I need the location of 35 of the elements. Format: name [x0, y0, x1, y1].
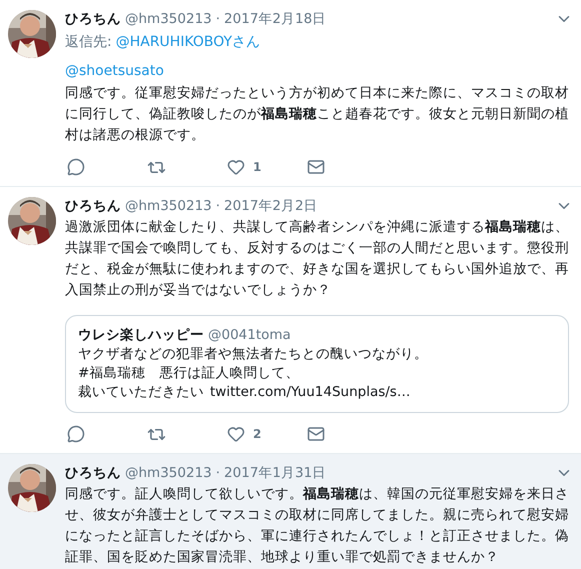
like-count: 2 — [253, 427, 262, 441]
quoted-tweet[interactable]: ウレシ楽しハッピー @0041toma ヤクザ者などの犯罪者や無法者たちとの醜いつながり。 #福島瑞穂 悪行は証人喚問して、 裁いていただきたい twitter.com/Yuu14Sunplas/s… — [65, 315, 569, 413]
user-name: ひろちん — [65, 10, 121, 29]
speech-bubble-icon — [67, 425, 85, 443]
separator: · — [216, 197, 220, 216]
reply-label: 返信先: — [65, 33, 112, 52]
user-name: ひろちん — [65, 197, 121, 216]
separator: · — [216, 464, 220, 483]
reply-link[interactable]: @HARUHIKOBOYさん — [116, 32, 260, 52]
quoted-text: #福島瑞穂 悪行は証人喚問して、 — [78, 364, 300, 383]
mention-link[interactable]: @shoetsusato — [65, 61, 164, 81]
tweet-text: 過激派団体に献金したり、共謀して高齢者シンパを沖縄に派遣する福島瑞穂は、共謀罪で国会で喚問しても、反対するのはごく一部の人間だと思います。懲役刑だと、税金が無駄に使われますので、好きな国を選択してもらい国外追放で、再入国禁止の刑が妥当ではないでしょうか？ — [65, 218, 569, 300]
envelope-icon — [307, 158, 325, 176]
tweet-date: 2017年2月2日 — [224, 197, 318, 216]
heart-icon — [227, 425, 245, 443]
user-name: ひろちん — [65, 464, 121, 483]
like-button[interactable]: 2 — [225, 425, 305, 443]
separator: · — [216, 10, 220, 29]
quoted-text: 裁いていただきたい — [78, 383, 204, 402]
tweet-date: 2017年1月31日 — [224, 464, 326, 483]
like-count: 1 — [253, 160, 262, 174]
quoted-user-handle: @0041toma — [208, 326, 291, 345]
tweet-text: 同感です。証人喚問して欲しいです。福島瑞穂は、韓国の元従軍慰安婦を来日させ、彼女が弁護士としてマスコミの取材に同席してました。親に売られて慰安婦になったと証言したそばから、軍に連行されたんでしょ！と訂正させました。偽証罪、国を貶めた国家冒涜罪、地球より重い罪で処罰できませんか？ — [65, 485, 569, 567]
tweet-text: 同感です。従軍慰安婦だったという方が初めて日本に来た際に、マスコミの取材に同行して、偽証教唆したのが福島瑞穂こと趙春花です。彼女と元朝日新聞の植村は諸悪の根源です。 — [65, 84, 569, 145]
quoted-link[interactable]: twitter.com/Yuu14Sunplas/s… — [210, 383, 410, 402]
like-button[interactable]: 1 — [225, 158, 305, 176]
tweet-date: 2017年2月18日 — [224, 10, 326, 29]
quoted-user-name: ウレシ楽しハッピー — [78, 326, 204, 345]
quoted-text: ヤクザ者などの犯罪者や無法者たちとの醜いつながり。 — [78, 345, 429, 364]
user-handle: @hm350213 — [125, 197, 212, 216]
user-handle: @hm350213 — [125, 464, 212, 483]
heart-icon — [227, 158, 245, 176]
envelope-icon — [307, 425, 325, 443]
user-handle: @hm350213 — [125, 10, 212, 29]
speech-bubble-icon — [67, 158, 85, 176]
